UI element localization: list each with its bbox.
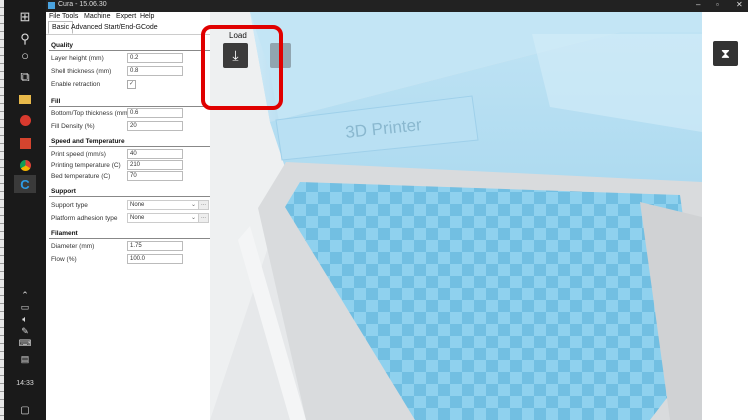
fill-density-label: Fill Density (%): [51, 123, 95, 130]
view-mode-icon: ⧗: [720, 45, 731, 61]
tab-start-end-gcode[interactable]: Start/End-GCode: [101, 22, 161, 33]
flow-label: Flow (%): [51, 256, 77, 263]
print-speed-field[interactable]: 40: [127, 149, 183, 159]
print-speed-label: Print speed (mm/s): [51, 151, 106, 158]
close-button[interactable]: ✕: [736, 0, 743, 9]
flow-field[interactable]: 100.0: [127, 254, 183, 264]
bed-temperature-label: Bed temperature (C): [51, 173, 111, 180]
windows-taskbar: ⊞ ⚲ ○ ⧉ C ⌃ ▭ 🔈︎ ✎ ⌨ ▤ 14:33 ▢: [4, 0, 46, 420]
file-explorer-icon[interactable]: [16, 90, 34, 108]
chrome-icon[interactable]: [16, 156, 34, 174]
printing-temperature-field[interactable]: 210: [127, 160, 183, 170]
clock[interactable]: 14:33: [4, 380, 46, 387]
bottom-top-thickness-field[interactable]: 0.6: [127, 108, 183, 118]
support-settings-button[interactable]: ...: [198, 200, 209, 210]
layer-height-label: Layer height (mm): [51, 55, 104, 62]
shell-thickness-field[interactable]: 0.8: [127, 66, 183, 76]
section-support-title: Support: [51, 188, 76, 195]
cortana-icon[interactable]: ○: [16, 46, 34, 64]
diameter-field[interactable]: 1.75: [127, 241, 183, 251]
printing-temperature-label: Printing temperature (C): [51, 162, 121, 169]
support-type-value: None: [130, 202, 145, 208]
tab-advanced[interactable]: Advanced: [68, 22, 105, 33]
app-icon: [48, 2, 55, 9]
chevron-down-icon: ⌄: [190, 215, 196, 221]
menu-machine[interactable]: Machine: [84, 13, 110, 20]
bed-temperature-field[interactable]: 70: [127, 171, 183, 181]
enable-retraction-checkbox[interactable]: ✓: [127, 80, 136, 89]
support-type-label: Support type: [51, 202, 88, 209]
menu-expert[interactable]: Expert: [116, 13, 136, 20]
menu-file[interactable]: File: [49, 13, 60, 20]
action-center-icon[interactable]: ▢: [16, 401, 34, 419]
platform-adhesion-value: None: [130, 215, 145, 221]
highlight-annotation: [201, 25, 283, 110]
notification-icon[interactable]: ▤: [16, 350, 34, 368]
adhesion-settings-button[interactable]: ...: [198, 213, 209, 223]
title-bar: Cura - 15.06.30 – ▫ ✕: [46, 0, 748, 12]
menu-help[interactable]: Help: [140, 13, 154, 20]
platform-adhesion-select[interactable]: None ⌄: [127, 213, 199, 223]
windows-start-icon[interactable]: ⊞: [16, 8, 34, 26]
window-title: Cura - 15.06.30: [58, 1, 107, 8]
section-filament-title: Filament: [51, 230, 78, 237]
minimize-button[interactable]: –: [696, 0, 700, 9]
section-speed-title: Speed and Temperature: [51, 138, 125, 145]
section-fill-title: Fill: [51, 98, 61, 105]
bottom-top-thickness-label: Bottom/Top thickness (mm): [51, 110, 130, 117]
maximize-button[interactable]: ▫: [716, 0, 719, 9]
fill-density-field[interactable]: 20: [127, 121, 183, 131]
menu-tools[interactable]: Tools: [62, 13, 78, 20]
support-type-select[interactable]: None ⌄: [127, 200, 199, 210]
3d-viewport[interactable]: 3D Printer: [210, 12, 702, 420]
view-mode-button[interactable]: ⧗: [713, 41, 738, 66]
shell-thickness-label: Shell thickness (mm): [51, 68, 112, 75]
diameter-label: Diameter (mm): [51, 243, 95, 250]
office-app-icon[interactable]: [16, 134, 34, 152]
layer-height-field[interactable]: 0.2: [127, 53, 183, 63]
app-red-icon[interactable]: [16, 111, 34, 129]
platform-adhesion-label: Platform adhesion type: [51, 215, 118, 222]
build-volume-scene: 3D Printer: [210, 12, 702, 420]
section-quality-title: Quality: [51, 42, 74, 49]
task-view-icon[interactable]: ⧉: [16, 68, 34, 86]
cura-app-icon[interactable]: C: [14, 175, 36, 193]
chevron-down-icon: ⌄: [190, 202, 196, 208]
enable-retraction-label: Enable retraction: [51, 81, 101, 88]
